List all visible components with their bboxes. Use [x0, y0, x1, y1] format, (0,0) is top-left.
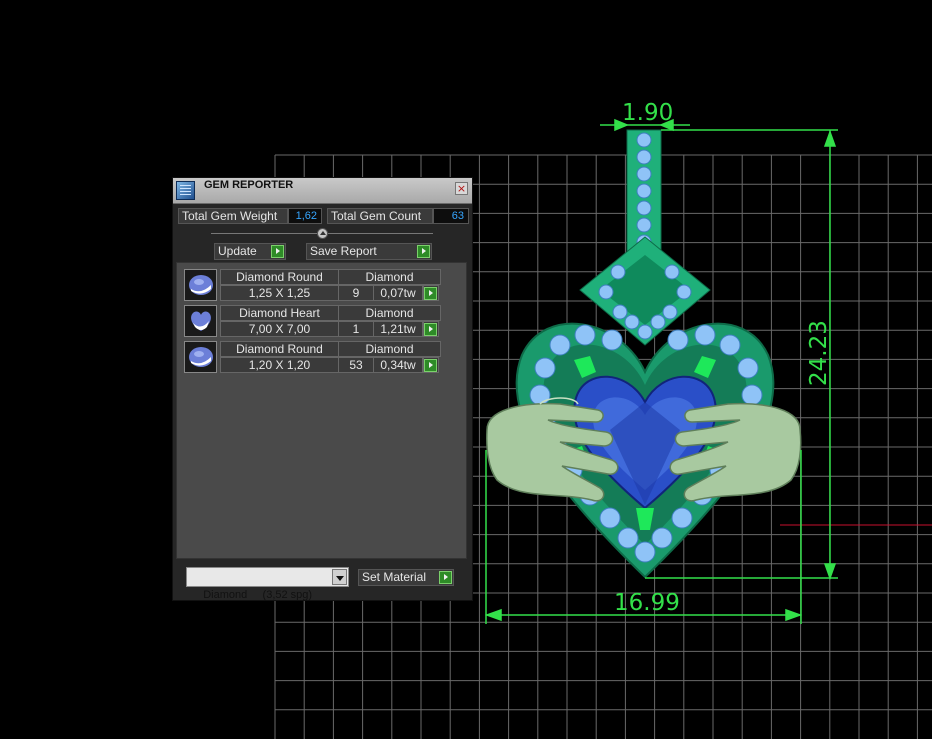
save-report-button[interactable]: Save Report	[306, 243, 432, 260]
gem-select-button[interactable]	[423, 357, 439, 373]
total-gem-count-value: 63	[433, 208, 469, 224]
gem-select-button[interactable]	[423, 285, 439, 301]
gem-reporter-panel[interactable]: GEM REPORTER × Total Gem Weight 1,62 Tot…	[172, 177, 473, 601]
dimension-height: 24.23	[806, 320, 832, 386]
material-select[interactable]: Diamond (3,52 spg)	[186, 567, 349, 601]
gem-count: 53	[338, 357, 374, 373]
play-arrow-icon	[424, 323, 437, 336]
set-material-button[interactable]: Set Material	[358, 569, 454, 586]
gem-select-button[interactable]	[423, 321, 439, 337]
gem-size: 7,00 X 7,00	[220, 321, 339, 337]
gem-size: 1,20 X 1,20	[220, 357, 339, 373]
gem-row[interactable]: Diamond Heart Diamond 7,00 X 7,00 1 1,21…	[184, 305, 441, 338]
play-arrow-icon	[424, 359, 437, 372]
set-material-label: Set Material	[362, 570, 427, 584]
total-gem-count-label: Total Gem Count	[327, 208, 433, 224]
chevron-down-icon[interactable]	[332, 569, 347, 585]
gem-size: 1,25 X 1,25	[220, 285, 339, 301]
gem-shape: Diamond Round	[220, 341, 339, 357]
gem-shape: Diamond Heart	[220, 305, 339, 321]
total-gem-weight-value: 1,62	[288, 208, 322, 224]
gem-weight: 0,07tw	[373, 285, 423, 301]
gem-thumbnail	[184, 269, 217, 301]
gem-row[interactable]: Diamond Round Diamond 1,20 X 1,20 53 0,3…	[184, 341, 441, 374]
play-arrow-icon	[271, 245, 284, 258]
gem-material: Diamond	[338, 269, 441, 285]
gem-count: 9	[338, 285, 374, 301]
update-button[interactable]: Update	[214, 243, 286, 260]
gem-thumbnail	[184, 341, 217, 373]
material-select-value: Diamond (3,52 spg)	[203, 589, 313, 601]
total-gem-weight-label: Total Gem Weight	[178, 208, 288, 224]
play-arrow-icon	[439, 571, 452, 584]
gem-material: Diamond	[338, 305, 441, 321]
close-button[interactable]: ×	[455, 182, 468, 195]
gem-thumbnail	[184, 305, 217, 337]
gem-list[interactable]: Diamond Round Diamond 1,25 X 1,25 9 0,07…	[176, 262, 467, 559]
gem-weight: 0,34tw	[373, 357, 423, 373]
dimension-top-width: 1.90	[622, 100, 673, 126]
gem-reporter-app-icon	[176, 181, 195, 200]
play-arrow-icon	[417, 245, 430, 258]
gem-material: Diamond	[338, 341, 441, 357]
gem-weight: 1,21tw	[373, 321, 423, 337]
collapse-toggle[interactable]	[317, 228, 328, 239]
update-label: Update	[218, 244, 257, 258]
close-icon: ×	[456, 182, 467, 195]
gem-shape: Diamond Round	[220, 269, 339, 285]
play-arrow-icon	[424, 287, 437, 300]
dimension-bottom-width: 16.99	[614, 590, 680, 616]
panel-titlebar[interactable]: GEM REPORTER ×	[173, 178, 472, 204]
save-report-label: Save Report	[310, 244, 377, 258]
panel-title: GEM REPORTER	[204, 179, 294, 191]
gem-count: 1	[338, 321, 374, 337]
gem-row[interactable]: Diamond Round Diamond 1,25 X 1,25 9 0,07…	[184, 269, 441, 302]
